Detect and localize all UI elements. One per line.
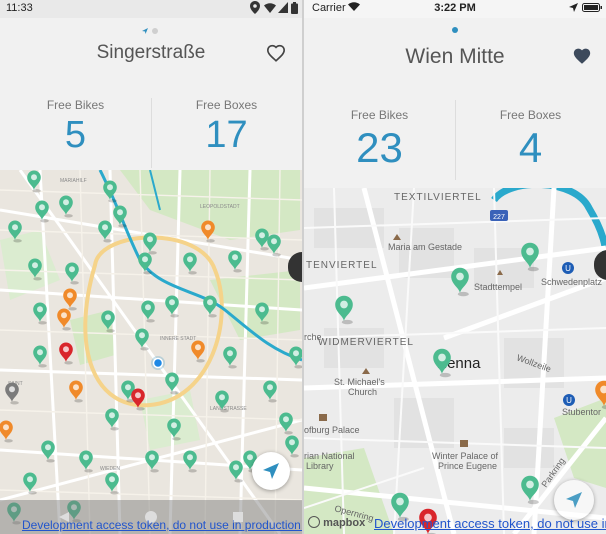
free-boxes-stat: Free Boxes 17	[151, 98, 302, 157]
map-label-hofburg: ofburg Palace	[304, 425, 360, 435]
map-label-austrian: rian National	[304, 451, 355, 461]
screens-container: 11:33 Singerstraße Free Bikes 5 Free Box…	[0, 0, 606, 534]
ios-status-bar: Carrier 3:22 PM	[304, 0, 606, 18]
svg-text:LEOPOLDSTADT: LEOPOLDSTADT	[200, 204, 240, 210]
page-dot-active	[452, 27, 458, 33]
station-map[interactable]: 227 TEXTILVIERTEL TENVIERTEL WIDMERVIERT…	[304, 188, 606, 534]
mapbox-logo[interactable]: mapbox	[308, 516, 365, 529]
availability-stats: Free Bikes 23 Free Boxes 4	[304, 100, 606, 188]
wifi-icon	[264, 2, 276, 16]
location-status-icon	[250, 1, 260, 17]
map-label-textilviertel: TEXTILVIERTEL	[394, 192, 482, 203]
signal-icon	[278, 2, 288, 16]
free-boxes-value: 4	[518, 124, 543, 171]
heart-filled-icon[interactable]	[572, 47, 592, 70]
map-label-widmerviertel: WIDMERVIERTEL	[318, 337, 414, 348]
free-bikes-label: Free Bikes	[350, 108, 409, 122]
free-boxes-label: Free Boxes	[499, 108, 562, 122]
svg-text:MARIAHILF: MARIAHILF	[60, 178, 87, 184]
free-boxes-stat: Free Boxes 4	[455, 108, 606, 172]
map-label-schwedenplatz: Schwedenplatz	[541, 277, 603, 287]
map-label-church: Church	[348, 387, 377, 397]
mapbox-logo-icon	[308, 516, 320, 528]
map-label-st-michaels: St. Michael's	[334, 377, 385, 387]
locate-me-button[interactable]	[252, 452, 290, 490]
map-label-stubentor: Stubentor	[562, 407, 601, 417]
page-indicator[interactable]	[0, 27, 302, 35]
svg-text:U: U	[565, 264, 571, 273]
free-bikes-stat: Free Bikes 23	[304, 108, 455, 172]
battery-icon	[291, 2, 298, 17]
android-screen: 11:33 Singerstraße Free Bikes 5 Free Box…	[0, 0, 302, 534]
free-boxes-label: Free Boxes	[195, 98, 258, 112]
route-shield-label: 227	[493, 214, 505, 221]
navigation-arrow-icon	[263, 463, 279, 479]
free-boxes-value: 17	[205, 114, 248, 156]
current-location-page-icon	[142, 28, 148, 34]
dev-token-banner[interactable]: Development access token, do not use in …	[22, 518, 302, 532]
map-label-stadttempel: Stadttempel	[474, 282, 522, 292]
location-arrow-status-icon	[569, 3, 578, 15]
free-bikes-stat: Free Bikes 5	[0, 98, 151, 157]
map-label-library: Library	[306, 461, 334, 471]
ios-screen: Carrier 3:22 PM Wien Mitte Free Bikes 23	[304, 0, 606, 534]
map-label-rche: rche	[304, 332, 322, 342]
map-label-winter-palace-1: Winter Palace of	[432, 451, 499, 461]
battery-icon	[582, 3, 602, 15]
palace-poi-icon	[460, 440, 468, 447]
availability-stats: Free Bikes 5 Free Boxes 17	[0, 98, 302, 170]
android-status-bar: 11:33	[0, 0, 302, 18]
page-dot	[152, 28, 158, 34]
map-label-winter-palace-2: Prince Eugene	[438, 461, 497, 471]
locate-me-button[interactable]	[554, 480, 594, 520]
svg-text:WIEDEN: WIEDEN	[100, 466, 120, 472]
map-label-maria-am-gestade: Maria am Gestade	[388, 242, 462, 252]
free-bikes-value: 23	[356, 124, 403, 171]
station-name: Wien Mitte	[405, 45, 505, 68]
navigation-arrow-icon	[566, 492, 582, 508]
palace-poi-icon	[319, 414, 327, 421]
station-name: Singerstraße	[96, 42, 206, 63]
free-bikes-value: 5	[64, 114, 87, 156]
mapbox-logo-text: mapbox	[323, 517, 366, 529]
free-bikes-label: Free Bikes	[46, 98, 105, 112]
svg-text:U: U	[566, 396, 572, 405]
map-canvas[interactable]: 227 TEXTILVIERTEL TENVIERTEL WIDMERVIERT…	[304, 188, 606, 534]
dev-token-banner[interactable]: Development access token, do not use in	[374, 516, 606, 531]
status-time: 3:22 PM	[434, 2, 476, 14]
page-indicator[interactable]	[304, 27, 606, 35]
status-time: 11:33	[6, 2, 33, 14]
station-map[interactable]: MARIAHILF LEOPOLDSTADT INNERE STADT LAND…	[0, 170, 302, 534]
svg-text:INNERE STADT: INNERE STADT	[160, 336, 196, 342]
map-label-tenviertel: TENVIERTEL	[306, 260, 378, 271]
heart-outline-icon[interactable]	[266, 44, 286, 67]
